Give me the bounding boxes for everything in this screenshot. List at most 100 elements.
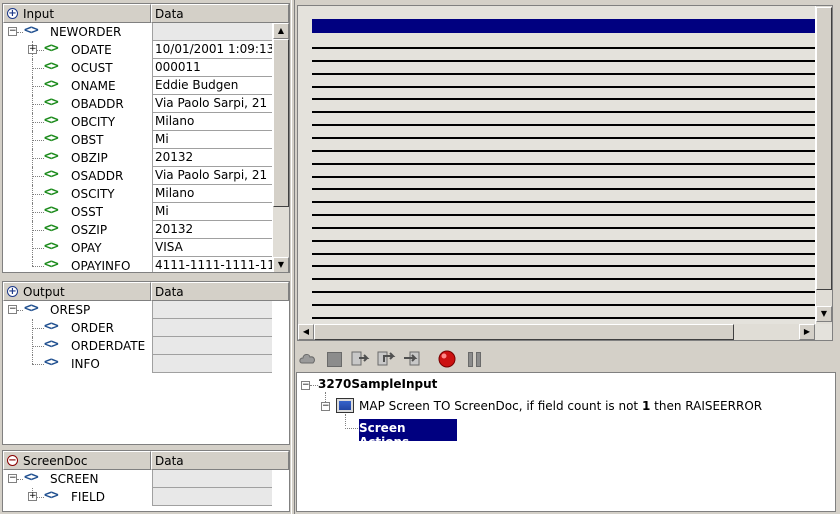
expand-circle-icon[interactable]: + (7, 8, 18, 19)
scroll-down-button[interactable]: ▼ (273, 257, 289, 272)
scroll-left-button[interactable]: ◀ (298, 324, 314, 340)
actions-root-node[interactable]: 3270SampleInput (318, 377, 437, 391)
tree-node-name: <> OPAYINFO (3, 257, 152, 272)
tree-row[interactable]: <> OPAYINFO 4111-1111-1111-111 (3, 257, 272, 272)
data-column-header[interactable]: Data (151, 4, 289, 23)
tree-node-value[interactable]: 000011 (152, 59, 272, 77)
cloud-icon[interactable] (298, 349, 318, 369)
screendoc-panel: − ScreenDoc Data − <> SCREEN + <> FIELD (2, 450, 290, 512)
step-over-icon[interactable] (376, 349, 396, 369)
map-action-node[interactable]: MAP Screen TO ScreenDoc, if field count … (359, 399, 762, 413)
tree-node-value[interactable]: Mi (152, 203, 272, 221)
element-tag-icon: <> (44, 95, 59, 110)
collapse-toggle-icon[interactable]: − (8, 27, 17, 36)
tree-node-label: OBST (71, 133, 104, 147)
expand-toggle-icon[interactable]: + (28, 492, 37, 501)
tree-row[interactable]: <> OSADDR Via Paolo Sarpi, 21 (3, 167, 272, 185)
tree-node-name: − <> SCREEN (3, 470, 152, 488)
tree-row[interactable]: <> ORDERDATE (3, 337, 272, 355)
tree-row[interactable]: <> OBCITY Milano (3, 113, 272, 131)
tree-node-value[interactable]: 10/01/2001 1:09:13 P (152, 41, 272, 59)
tree-node-value[interactable]: Via Paolo Sarpi, 21 (152, 95, 272, 113)
screen-vertical-scrollbar[interactable]: ▼ (815, 6, 832, 324)
screen-actions-node[interactable]: Screen Actions (359, 419, 457, 449)
tree-node-value[interactable]: VISA (152, 239, 272, 257)
output-panel: + Output Data − <> ORESP <> ORDER <> ORDERDATE… (2, 281, 290, 445)
screen-horizontal-scrollbar[interactable]: ◀ ▶ (298, 324, 815, 340)
stop-icon[interactable] (324, 349, 344, 369)
scroll-down-button[interactable]: ▼ (816, 306, 832, 322)
tree-row[interactable]: <> INFO (3, 355, 272, 373)
step-out-icon[interactable] (402, 349, 422, 369)
input-column-header[interactable]: + Input (3, 4, 151, 23)
tree-row[interactable]: <> OSZIP 20132 (3, 221, 272, 239)
tree-row[interactable]: <> ONAME Eddie Budgen (3, 77, 272, 95)
tree-node-label: OBADDR (71, 97, 124, 111)
collapse-circle-icon[interactable]: − (7, 455, 18, 466)
tree-row[interactable]: <> OCUST 000011 (3, 59, 272, 77)
tree-node-label: OBCITY (71, 115, 116, 129)
element-tag-icon: <> (44, 131, 59, 146)
tree-row[interactable]: <> OBST Mi (3, 131, 272, 149)
element-tag-icon: <> (24, 470, 39, 485)
tree-row[interactable]: − <> NEWORDER (3, 23, 272, 41)
scroll-up-button[interactable]: ▲ (273, 23, 289, 39)
tree-row[interactable]: <> OBADDR Via Paolo Sarpi, 21 (3, 95, 272, 113)
tree-row[interactable]: <> OPAY VISA (3, 239, 272, 257)
tree-row[interactable]: <> ORDER (3, 319, 272, 337)
tree-node-name: <> OSST (3, 203, 152, 221)
tree-node-value[interactable] (152, 301, 272, 319)
tree-node-value[interactable] (152, 319, 272, 337)
scroll-thumb[interactable] (314, 324, 734, 340)
tree-node-value[interactable]: Via Paolo Sarpi, 21 (152, 167, 272, 185)
collapse-toggle-icon[interactable]: − (321, 402, 330, 411)
step-into-icon[interactable] (350, 349, 370, 369)
tree-node-value[interactable] (152, 355, 272, 373)
element-tag-icon: <> (24, 301, 39, 316)
tree-node-value[interactable] (152, 337, 272, 355)
input-panel-header: + Input Data (3, 4, 289, 23)
data-column-header[interactable]: Data (151, 451, 289, 470)
tree-node-label: ONAME (71, 79, 116, 93)
tree-row[interactable]: + <> ODATE 10/01/2001 1:09:13 P (3, 41, 272, 59)
screen-row-line (312, 162, 819, 165)
tree-node-value[interactable]: 20132 (152, 149, 272, 167)
input-vertical-scrollbar[interactable]: ▲ ▼ (272, 23, 289, 272)
tree-row[interactable]: <> OSCITY Milano (3, 185, 272, 203)
screen-row-line (312, 239, 819, 242)
input-tree: −<>NEWORDER+<>ODATE10/01/2001 1:09:13 P<… (3, 23, 272, 272)
pause-icon[interactable] (464, 349, 484, 369)
expand-circle-icon[interactable]: + (7, 286, 18, 297)
tree-node-value[interactable] (152, 488, 272, 506)
terminal-screen-view[interactable]: ▼ ◀ ▶ (297, 5, 833, 341)
output-column-header[interactable]: + Output (3, 282, 151, 301)
tree-row[interactable]: <> OSST Mi (3, 203, 272, 221)
collapse-toggle-icon[interactable]: − (301, 381, 310, 390)
tree-node-value[interactable]: Mi (152, 131, 272, 149)
tree-node-value[interactable]: Eddie Budgen (152, 77, 272, 95)
tree-node-value[interactable]: 20132 (152, 221, 272, 239)
collapse-toggle-icon[interactable]: − (8, 474, 17, 483)
tree-node-value[interactable]: Milano (152, 113, 272, 131)
collapse-toggle-icon[interactable]: − (8, 305, 17, 314)
tree-row[interactable]: − <> ORESP (3, 301, 272, 319)
screen-row-line (312, 149, 819, 152)
record-icon[interactable] (437, 349, 457, 369)
tree-node-value[interactable]: 4111-1111-1111-111 (152, 257, 272, 272)
screendoc-column-header[interactable]: − ScreenDoc (3, 451, 151, 470)
tree-node-value[interactable] (152, 23, 272, 41)
scroll-thumb[interactable] (273, 39, 289, 207)
tree-row[interactable]: − <> SCREEN (3, 470, 272, 488)
tree-node-value[interactable] (152, 470, 272, 488)
tree-node-value[interactable]: Milano (152, 185, 272, 203)
tree-node-name: <> INFO (3, 355, 152, 373)
tree-node-name: <> OPAY (3, 239, 152, 257)
tree-row[interactable]: + <> FIELD (3, 488, 272, 506)
tree-node-label: OSCITY (71, 187, 115, 201)
scroll-right-button[interactable]: ▶ (799, 324, 815, 340)
scroll-thumb[interactable] (816, 7, 832, 290)
tree-row[interactable]: <> OBZIP 20132 (3, 149, 272, 167)
vertical-splitter[interactable] (291, 0, 295, 514)
expand-toggle-icon[interactable]: + (28, 45, 37, 54)
data-column-header[interactable]: Data (151, 282, 289, 301)
